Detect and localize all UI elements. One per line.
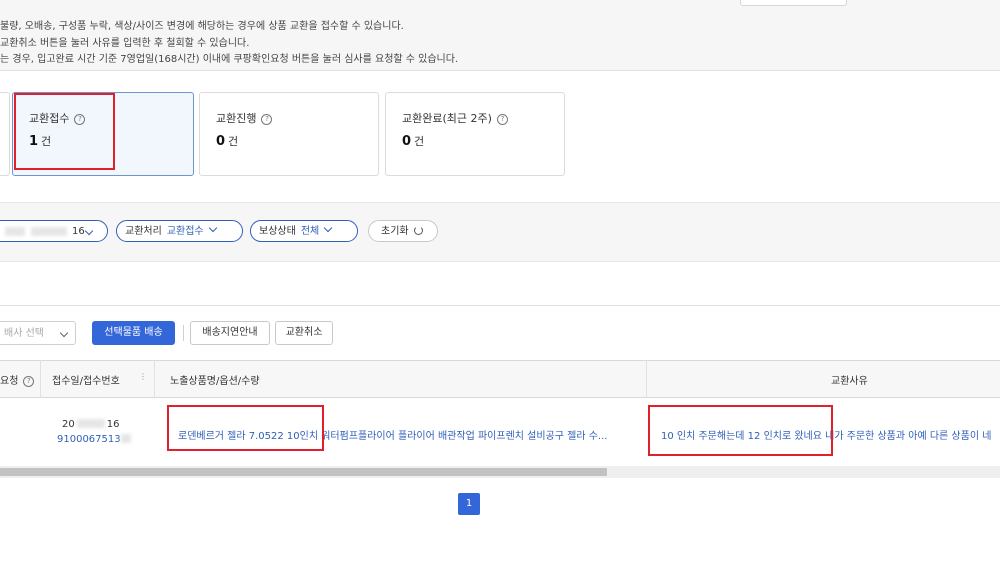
delay-notice-button[interactable]: 배송지연안내: [190, 321, 270, 345]
card-count-unit: 건: [41, 135, 52, 148]
receipt-number: 9100067513: [57, 434, 121, 445]
filter-value: 교환접수: [166, 226, 204, 237]
status-card-partial[interactable]: [0, 92, 10, 176]
receipt-date-prefix: 20: [62, 419, 75, 430]
status-card-exchange-complete[interactable]: 교환완료(최근 2주)? 0건: [385, 92, 565, 176]
help-icon[interactable]: ?: [496, 114, 508, 125]
card-count-value: 0: [402, 134, 412, 149]
redacted-block: [5, 227, 25, 236]
page-button-current[interactable]: 1: [458, 493, 480, 515]
card-count-unit: 건: [414, 135, 425, 148]
notice-line-3: 는 경우, 입고완료 시간 기준 7영업일(168시간) 이내에 쿠팡확인요청 …: [0, 54, 459, 65]
product-name-link[interactable]: 로덴베르거 젤라 7.0522 10인치 워터펌프플라이어 플라이어 배관작업 …: [178, 427, 607, 442]
compensation-status-filter[interactable]: 보상상태 전체: [250, 220, 358, 242]
column-header-reason[interactable]: 교환사유: [831, 372, 868, 387]
column-header-request: 요청?: [0, 372, 35, 387]
help-icon[interactable]: ?: [74, 114, 86, 125]
filter-label: 교환처리: [125, 226, 162, 237]
toolbar-divider: [183, 325, 184, 341]
column-resize-icon[interactable]: ⋮: [139, 372, 147, 381]
card-count-value: 0: [216, 134, 226, 149]
card-count: 1건: [29, 133, 51, 149]
card-label: 교환완료(최근 2주): [402, 112, 492, 125]
exchange-reason-text: 10 인치 주문해는데 12 인치로 왔네요 내가 주문한 상품과 아예 다른 …: [661, 431, 992, 442]
chevron-down-icon: [208, 223, 217, 233]
card-label: 교환진행: [216, 112, 257, 125]
reload-icon: [413, 226, 423, 235]
date-range-filter[interactable]: 16: [0, 220, 108, 242]
top-action-button[interactable]: [740, 0, 847, 6]
notice-line-1: 불량, 오배송, 구성품 누락, 색상/사이즈 변경에 해당하는 경우에 상품 …: [0, 21, 404, 32]
notice-panel: 불량, 오배송, 구성품 누락, 색상/사이즈 변경에 해당하는 경우에 상품 …: [0, 0, 1000, 71]
horizontal-scrollbar-thumb[interactable]: [0, 468, 607, 476]
exchange-status-filter[interactable]: 교환처리 교환접수: [116, 220, 243, 242]
status-card-exchange-received[interactable]: 교환접수? 1건: [12, 92, 194, 176]
receipt-number-link[interactable]: 9100067513: [57, 434, 131, 445]
column-header-label: 요청: [0, 376, 19, 387]
card-count-unit: 건: [228, 135, 239, 148]
redacted-block: [31, 227, 67, 236]
ship-selected-button[interactable]: 선택물품 배송: [92, 321, 175, 345]
receipt-date: 20 16: [62, 419, 119, 430]
filter-label: 보상상태: [259, 226, 296, 237]
reset-label: 초기화: [381, 226, 409, 237]
card-count-value: 1: [29, 134, 39, 149]
courier-select[interactable]: 배사 선택: [0, 321, 76, 345]
chevron-down-icon: [84, 226, 94, 236]
receipt-date-suffix: 16: [106, 419, 120, 430]
column-header-receipt[interactable]: 접수일/접수번호: [52, 372, 120, 387]
notice-line-2: 교환취소 버튼을 눌러 사유를 입력한 후 철회할 수 있습니다.: [0, 38, 250, 49]
help-icon[interactable]: ?: [261, 114, 273, 125]
status-card-exchange-in-progress[interactable]: 교환진행? 0건: [199, 92, 379, 176]
card-count: 0건: [402, 133, 424, 149]
redacted-block: [76, 419, 105, 428]
card-label: 교환접수: [29, 112, 70, 125]
card-count: 0건: [216, 133, 238, 149]
redacted-block: [120, 434, 131, 443]
cancel-exchange-button[interactable]: 교환취소: [275, 321, 333, 345]
chevron-down-icon: [323, 223, 333, 233]
select-placeholder: 배사 선택: [4, 328, 44, 339]
filter-value: 전체: [300, 226, 320, 237]
chevron-down-icon: [59, 328, 69, 338]
column-header-product[interactable]: 노출상품명/옵션/수량: [170, 372, 260, 387]
section-divider: [0, 305, 1000, 306]
reset-button[interactable]: 초기화: [368, 220, 438, 242]
help-icon[interactable]: ?: [23, 376, 35, 387]
date-range-suffix: 16: [72, 226, 85, 237]
